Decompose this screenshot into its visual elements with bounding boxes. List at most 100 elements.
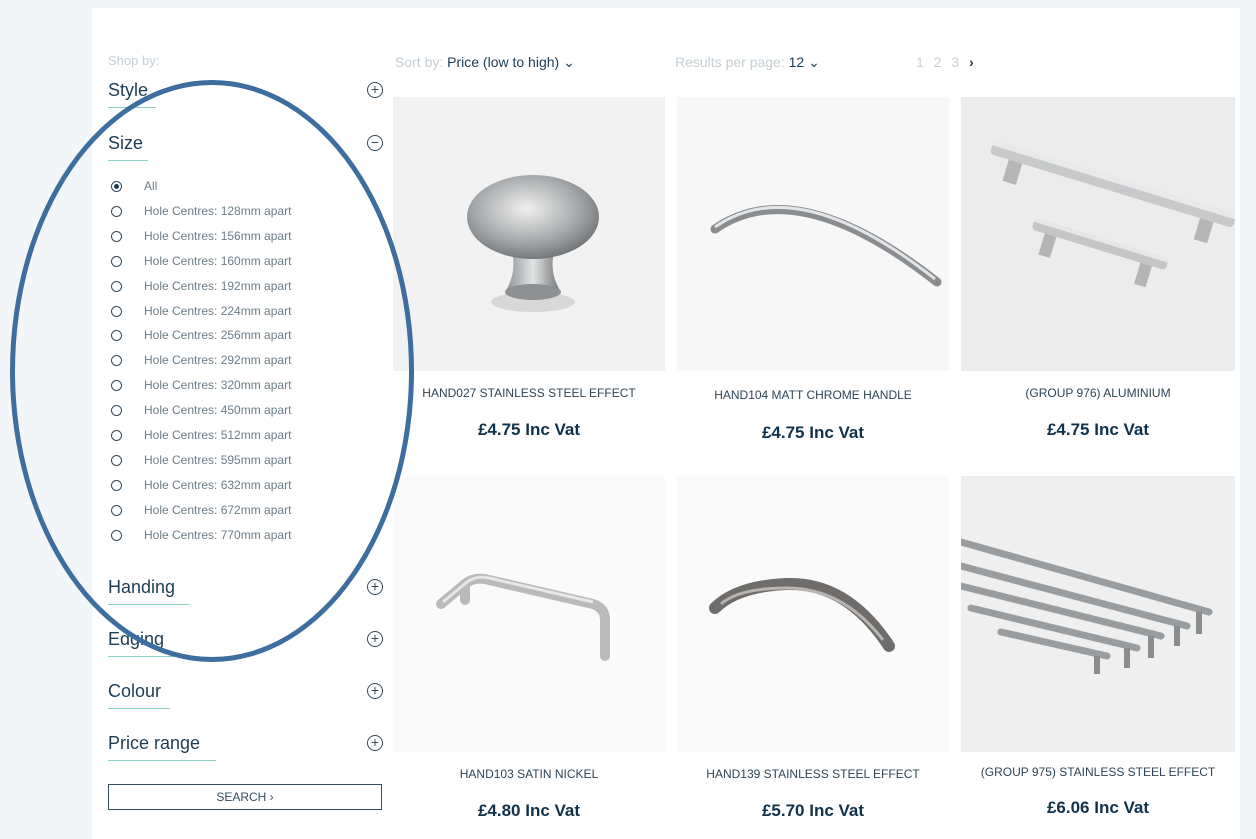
bow-handle-icon	[710, 205, 942, 287]
size-option-label: Hole Centres: 192mm apart	[144, 278, 292, 293]
product-price: £4.75 Inc Vat	[1046, 420, 1150, 439]
shop-by-label: Shop by:	[108, 53, 160, 68]
facet-style[interactable]: Style +	[108, 80, 383, 114]
facet-underline	[108, 107, 156, 108]
sort-by-control[interactable]: Sort by: Price (low to high) ⌄	[395, 54, 575, 71]
results-per-page-label: Results per page:	[675, 54, 785, 70]
product-name[interactable]: HAND103 SATIN NICKEL	[393, 767, 665, 781]
size-option-label: Hole Centres: 156mm apart	[144, 228, 292, 243]
size-option-label: Hole Centres: 320mm apart	[144, 378, 292, 393]
facet-underline	[108, 708, 170, 709]
radio-button[interactable]	[111, 355, 122, 367]
radio-button[interactable]	[111, 330, 122, 342]
radio-button[interactable]	[111, 504, 122, 516]
size-option[interactable]: Hole Centres: 512mm apart	[108, 427, 368, 447]
product-price: £4.75 Inc Vat	[477, 420, 581, 439]
results-per-page-control[interactable]: Results per page: 12 ⌄	[675, 54, 820, 71]
size-option[interactable]: Hole Centres: 128mm apart	[108, 203, 368, 223]
facet-title-colour: Colour	[108, 681, 162, 701]
size-option[interactable]: Hole Centres: 770mm apart	[108, 527, 368, 547]
facet-underline	[108, 604, 189, 605]
expand-icon[interactable]: +	[367, 631, 383, 647]
facet-title-size: Size	[108, 133, 144, 153]
radio-button[interactable]	[111, 405, 122, 417]
size-option-label: All	[144, 179, 158, 193]
round-knob-icon	[467, 175, 599, 312]
product-name[interactable]: (GROUP 976) ALUMINIUM	[961, 386, 1235, 400]
size-option[interactable]: Hole Centres: 160mm apart	[108, 253, 368, 273]
facet-colour[interactable]: Colour +	[108, 681, 383, 715]
size-option-label: Hole Centres: 160mm apart	[144, 253, 292, 268]
size-option[interactable]: Hole Centres: 672mm apart	[108, 502, 368, 522]
size-option[interactable]: Hole Centres: 320mm apart	[108, 377, 368, 397]
product-price: £6.06 Inc Vat	[1046, 798, 1150, 817]
size-option-label: Hole Centres: 595mm apart	[144, 452, 292, 467]
size-option-label: Hole Centres: 450mm apart	[144, 403, 292, 418]
facet-underline	[108, 656, 174, 657]
radio-button[interactable]	[111, 230, 122, 242]
size-option-label: Hole Centres: 292mm apart	[144, 353, 292, 368]
size-option-label: Hole Centres: 770mm apart	[144, 527, 292, 542]
next-page-icon[interactable]: ›	[969, 54, 974, 70]
radio-button[interactable]	[111, 205, 122, 217]
page-link[interactable]: 1	[916, 54, 924, 70]
size-option-label: Hole Centres: 128mm apart	[144, 203, 292, 218]
facet-underline	[108, 160, 148, 161]
product-image[interactable]	[393, 97, 665, 371]
product-name[interactable]: (GROUP 975) STAINLESS STEEL EFFECT	[961, 765, 1235, 779]
pagination: 1 2 3 ›	[916, 54, 980, 70]
product-name[interactable]: HAND104 MATT CHROME HANDLE	[677, 388, 949, 402]
size-option[interactable]: All	[108, 178, 368, 198]
radio-button[interactable]	[111, 255, 122, 267]
size-option-label: Hole Centres: 256mm apart	[144, 328, 292, 343]
expand-icon[interactable]: +	[367, 735, 383, 751]
page-link[interactable]: 3	[951, 54, 959, 70]
d-handle-icon	[436, 573, 610, 661]
size-option[interactable]: Hole Centres: 256mm apart	[108, 327, 368, 347]
expand-icon[interactable]: +	[367, 683, 383, 699]
expand-icon[interactable]: +	[367, 579, 383, 595]
facet-size[interactable]: Size −	[108, 133, 383, 167]
size-option[interactable]: Hole Centres: 595mm apart	[108, 452, 368, 472]
size-option[interactable]: Hole Centres: 632mm apart	[108, 477, 368, 497]
radio-button[interactable]	[111, 430, 122, 441]
radio-button[interactable]	[111, 280, 122, 292]
facet-price-range[interactable]: Price range +	[108, 733, 383, 767]
product-image[interactable]	[677, 97, 949, 371]
size-option[interactable]: Hole Centres: 156mm apart	[108, 228, 368, 248]
product-price: £5.70 Inc Vat	[761, 801, 865, 820]
size-option-label: Hole Centres: 512mm apart	[144, 428, 292, 442]
collapse-icon[interactable]: −	[367, 135, 383, 151]
sort-by-value[interactable]: Price (low to high) ⌄	[447, 54, 575, 70]
product-image[interactable]	[961, 476, 1235, 752]
radio-button[interactable]	[111, 380, 122, 392]
size-option[interactable]: Hole Centres: 292mm apart	[108, 352, 368, 372]
product-name[interactable]: HAND027 STAINLESS STEEL EFFECT	[393, 386, 665, 400]
facet-title-edging: Edging	[108, 629, 165, 649]
size-option[interactable]: Hole Centres: 192mm apart	[108, 278, 368, 298]
page-link[interactable]: 2	[934, 54, 942, 70]
results-per-page-value[interactable]: 12 ⌄	[789, 54, 820, 70]
facet-title-price-range: Price range	[108, 733, 201, 753]
bow-handle-icon	[709, 577, 895, 652]
product-price: £4.80 Inc Vat	[477, 801, 581, 820]
facet-handing[interactable]: Handing +	[108, 577, 383, 611]
product-image[interactable]	[677, 476, 949, 752]
radio-button[interactable]	[111, 305, 122, 317]
radio-button[interactable]	[111, 181, 122, 192]
radio-button[interactable]	[111, 529, 122, 541]
radio-button[interactable]	[111, 479, 122, 491]
bar-handle-icon	[990, 140, 1235, 288]
size-option[interactable]: Hole Centres: 450mm apart	[108, 402, 368, 422]
search-button[interactable]: SEARCH ›	[108, 784, 382, 810]
expand-icon[interactable]: +	[367, 82, 383, 98]
facet-edging[interactable]: Edging +	[108, 629, 383, 663]
product-name[interactable]: HAND139 STAINLESS STEEL EFFECT	[677, 767, 949, 781]
product-image[interactable]	[393, 476, 665, 752]
radio-button[interactable]	[111, 454, 122, 466]
size-option-label: Hole Centres: 224mm apart	[144, 303, 292, 318]
facet-underline	[108, 760, 216, 761]
size-option[interactable]: Hole Centres: 224mm apart	[108, 303, 368, 323]
product-image[interactable]	[961, 97, 1235, 371]
size-option-label: Hole Centres: 672mm apart	[144, 502, 292, 517]
